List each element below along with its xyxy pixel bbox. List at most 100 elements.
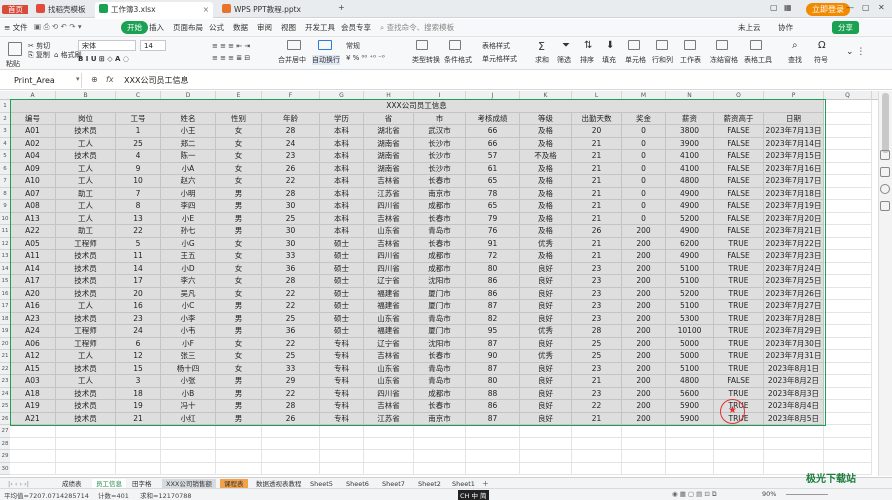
filter-label[interactable]: 筛选 <box>557 55 571 65</box>
column-header-H[interactable]: H <box>364 91 414 100</box>
data-cell[interactable]: 200 <box>622 387 666 400</box>
data-cell[interactable]: 25 <box>262 350 320 363</box>
data-cell[interactable]: 湖北省 <box>364 125 414 138</box>
row-header[interactable]: 6 <box>0 162 10 175</box>
login-button[interactable]: 立即登录 <box>806 3 850 16</box>
data-cell[interactable]: 技术员 <box>56 262 116 275</box>
data-cell[interactable]: 86 <box>466 275 520 288</box>
row-header[interactable]: 18 <box>0 312 10 325</box>
empty-cell[interactable] <box>622 437 666 450</box>
font-style-icons[interactable]: B I U ⊞ ◇ A ◌ <box>78 55 129 63</box>
data-cell[interactable]: 工人 <box>56 137 116 150</box>
data-cell[interactable]: 吉林省 <box>364 175 414 188</box>
data-cell[interactable]: 23 <box>572 287 622 300</box>
empty-cell[interactable] <box>764 437 824 450</box>
data-cell[interactable]: 男 <box>216 387 262 400</box>
data-cell[interactable]: 36 <box>262 325 320 338</box>
data-cell[interactable]: 四川省 <box>364 200 414 213</box>
row-header[interactable]: 2 <box>0 112 10 125</box>
data-cell[interactable]: 21 <box>572 187 622 200</box>
data-cell[interactable]: 男 <box>216 187 262 200</box>
symbol-icon[interactable]: Ω <box>818 40 826 51</box>
menu-page-layout[interactable]: 页面布局 <box>173 22 203 33</box>
data-cell[interactable]: 本科 <box>320 175 364 188</box>
menu-formula[interactable]: 公式 <box>209 22 224 33</box>
data-cell[interactable]: 本科 <box>320 125 364 138</box>
data-cell[interactable]: 26 <box>262 162 320 175</box>
empty-cell[interactable] <box>824 137 872 150</box>
data-cell[interactable]: A10 <box>10 175 56 188</box>
empty-cell[interactable] <box>414 462 466 475</box>
empty-cell[interactable] <box>824 387 872 400</box>
side-panel-style-icon[interactable] <box>880 150 890 160</box>
data-cell[interactable]: 女 <box>216 262 262 275</box>
data-cell[interactable]: 成都市 <box>414 250 466 263</box>
header-cell[interactable]: 薪资 <box>666 112 714 125</box>
empty-cell[interactable] <box>56 437 116 450</box>
data-cell[interactable]: 王五 <box>161 250 216 263</box>
rowcol-label[interactable]: 行和列 <box>652 55 673 65</box>
cell-icon[interactable] <box>628 40 640 50</box>
zoom-level[interactable]: 90% <box>762 490 776 498</box>
data-cell[interactable]: A19 <box>10 400 56 413</box>
data-cell[interactable]: 2023年8月5日 <box>764 412 824 425</box>
data-cell[interactable]: 28 <box>572 325 622 338</box>
data-cell[interactable]: A15 <box>10 362 56 375</box>
data-cell[interactable]: 小王 <box>161 125 216 138</box>
data-cell[interactable]: 21 <box>572 375 622 388</box>
column-header-K[interactable]: K <box>520 91 572 100</box>
data-cell[interactable]: 长春市 <box>414 175 466 188</box>
empty-cell[interactable] <box>216 462 262 475</box>
data-cell[interactable]: 2023年8月3日 <box>764 387 824 400</box>
data-cell[interactable]: 18 <box>116 387 161 400</box>
data-cell[interactable]: 成都市 <box>414 262 466 275</box>
header-cell[interactable]: 出勤天数 <box>572 112 622 125</box>
data-cell[interactable]: 82 <box>466 312 520 325</box>
data-cell[interactable]: 男 <box>216 212 262 225</box>
data-cell[interactable]: 吉林省 <box>364 237 414 250</box>
menu-insert[interactable]: 插入 <box>149 22 164 33</box>
empty-cell[interactable] <box>116 450 161 463</box>
data-cell[interactable]: 专科 <box>320 375 364 388</box>
data-cell[interactable]: FALSE <box>714 137 764 150</box>
data-cell[interactable]: 28 <box>262 187 320 200</box>
empty-cell[interactable] <box>572 425 622 438</box>
row-header[interactable]: 29 <box>0 450 10 463</box>
data-cell[interactable]: 长春市 <box>414 350 466 363</box>
data-cell[interactable]: 4900 <box>666 250 714 263</box>
data-cell[interactable]: 吴凡 <box>161 287 216 300</box>
data-cell[interactable]: 22 <box>572 400 622 413</box>
undo-icons[interactable]: ▣ ⎙ ⟲ ↶ ↷ ▾ <box>34 22 82 32</box>
data-cell[interactable]: 2023年7月14日 <box>764 137 824 150</box>
data-cell[interactable]: 25 <box>262 312 320 325</box>
empty-cell[interactable] <box>824 412 872 425</box>
side-panel-settings-icon[interactable] <box>880 201 890 211</box>
data-cell[interactable]: 4900 <box>666 200 714 213</box>
data-cell[interactable]: 郑二 <box>161 137 216 150</box>
data-cell[interactable]: 李四 <box>161 200 216 213</box>
data-cell[interactable]: 200 <box>622 225 666 238</box>
data-cell[interactable]: 本科 <box>320 225 364 238</box>
sort-label[interactable]: 排序 <box>580 55 594 65</box>
data-cell[interactable]: 22 <box>262 287 320 300</box>
data-cell[interactable]: 四川省 <box>364 250 414 263</box>
data-cell[interactable]: 湖南省 <box>364 137 414 150</box>
empty-cell[interactable] <box>364 437 414 450</box>
find-label[interactable]: 查找 <box>788 55 802 65</box>
data-cell[interactable]: 专科 <box>320 362 364 375</box>
empty-cell[interactable] <box>466 425 520 438</box>
empty-cell[interactable] <box>824 125 872 138</box>
data-cell[interactable]: 湖南省 <box>364 162 414 175</box>
data-cell[interactable]: 1 <box>116 125 161 138</box>
header-cell[interactable]: 姓名 <box>161 112 216 125</box>
empty-cell[interactable] <box>824 300 872 313</box>
data-cell[interactable]: 工人 <box>56 212 116 225</box>
column-header-L[interactable]: L <box>572 91 622 100</box>
data-cell[interactable]: 孙七 <box>161 225 216 238</box>
data-cell[interactable]: 良好 <box>520 337 572 350</box>
empty-cell[interactable] <box>466 437 520 450</box>
row-header[interactable]: 30 <box>0 462 10 475</box>
data-cell[interactable]: 小B <box>161 387 216 400</box>
data-cell[interactable]: 长春市 <box>414 212 466 225</box>
paste-icon[interactable] <box>8 42 22 56</box>
